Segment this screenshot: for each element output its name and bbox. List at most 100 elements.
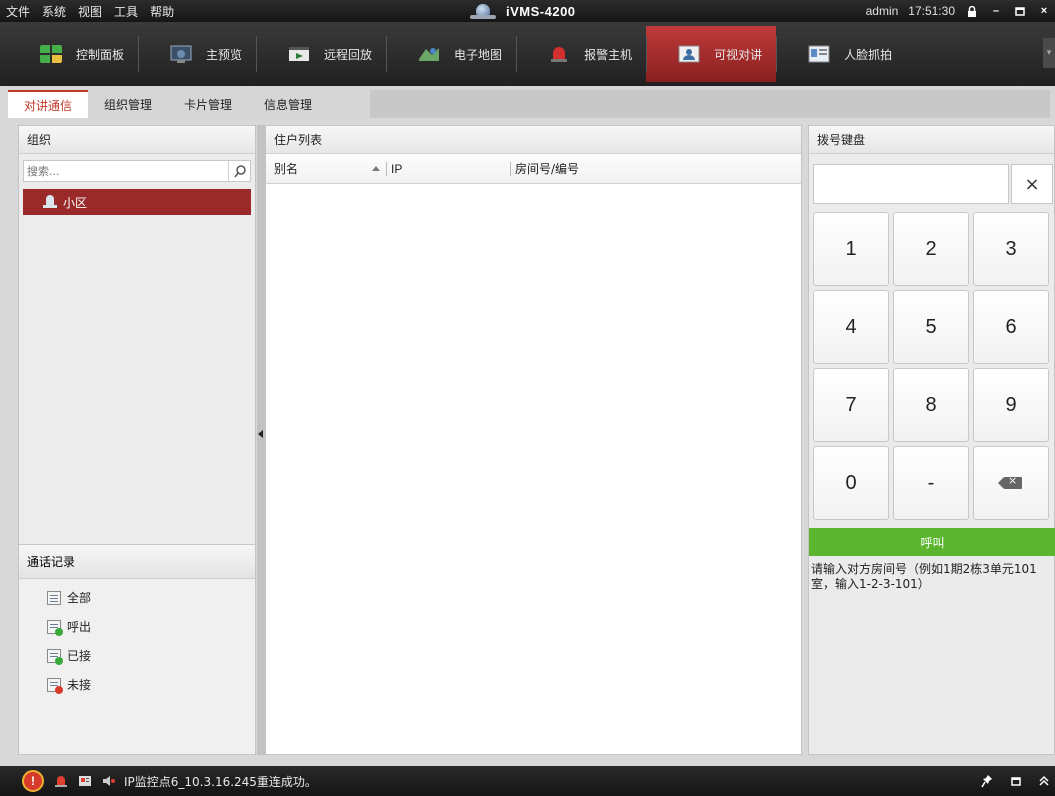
tab-card-management[interactable]: 卡片管理: [168, 90, 248, 118]
key-5[interactable]: 5: [893, 290, 969, 364]
face-capture-icon: [808, 45, 830, 63]
key-4[interactable]: 4: [813, 290, 889, 364]
call-records-title: 通话记录: [19, 545, 255, 579]
organization-title: 组织: [19, 126, 255, 154]
module-label: 远程回放: [324, 47, 373, 62]
module-label: 报警主机: [584, 47, 633, 62]
key-2[interactable]: 2: [893, 212, 969, 286]
app-name: iVMS-4200: [506, 3, 576, 19]
all-records-icon: [47, 590, 61, 605]
title-right-area: admin 17:51:30 – ×: [866, 0, 1051, 22]
module-face-capture[interactable]: 人脸抓拍: [776, 26, 906, 82]
key-7[interactable]: 7: [813, 368, 889, 442]
speaker-icon[interactable]: [102, 774, 116, 788]
call-button[interactable]: 呼叫: [809, 528, 1055, 556]
call-record-outgoing[interactable]: 呼出: [19, 612, 255, 641]
module-toolbar: 控制面板 主预览 远程回放 电子地图 报警主机 可视对讲 人脸抓拍 ▾: [0, 22, 1055, 86]
module-control-panel[interactable]: 控制面板: [8, 26, 138, 82]
key-6[interactable]: 6: [973, 290, 1049, 364]
key-0[interactable]: 0: [813, 446, 889, 520]
key-3[interactable]: 3: [973, 212, 1049, 286]
alarm-status-icon[interactable]: [54, 774, 68, 788]
lock-icon[interactable]: [965, 4, 979, 18]
close-button[interactable]: ×: [1037, 4, 1051, 18]
call-record-missed[interactable]: 未接: [19, 670, 255, 699]
search-input[interactable]: [24, 161, 229, 181]
minimize-button[interactable]: –: [989, 4, 1003, 18]
resident-list-title: 住户列表: [266, 126, 801, 154]
column-alias[interactable]: 别名: [266, 154, 386, 184]
module-emap[interactable]: 电子地图: [386, 26, 516, 82]
key-dash[interactable]: -: [893, 446, 969, 520]
column-alias-label: 别名: [274, 162, 299, 176]
key-9[interactable]: 9: [973, 368, 1049, 442]
message-status-icon[interactable]: [78, 774, 92, 788]
control-panel-icon: [40, 45, 62, 63]
received-call-icon: [47, 648, 63, 665]
module-label: 可视对讲: [714, 47, 763, 62]
expand-up-icon[interactable]: [1039, 775, 1049, 787]
call-record-label: 呼出: [67, 620, 92, 634]
call-record-received[interactable]: 已接: [19, 641, 255, 670]
dial-number-field[interactable]: [813, 164, 1009, 204]
tab-info-management[interactable]: 信息管理: [248, 90, 328, 118]
main-view-icon: [170, 45, 192, 63]
menu-tools[interactable]: 工具: [114, 3, 138, 20]
playback-icon: [289, 47, 310, 61]
tab-intercom[interactable]: 对讲通信: [8, 90, 89, 118]
alarm-host-icon: [551, 47, 568, 62]
tree-item-label: 小区: [63, 195, 88, 210]
module-remote-playback[interactable]: 远程回放: [256, 26, 386, 82]
call-record-all[interactable]: 全部: [19, 583, 255, 612]
tree-item-community[interactable]: 小区: [23, 189, 251, 215]
outgoing-call-icon: [47, 619, 63, 636]
module-main-view[interactable]: 主预览: [138, 26, 256, 82]
tab-organization-management[interactable]: 组织管理: [88, 90, 168, 118]
organization-panel: 组织 小区 通话记录 全部 呼出 已接 未接: [18, 125, 256, 755]
dial-hint: 请输入对方房间号（例如1期2栋3单元101室，输入1-2-3-101）: [811, 562, 1037, 591]
community-icon: [43, 195, 57, 209]
panel-splitter[interactable]: [257, 125, 265, 755]
menu-system[interactable]: 系统: [42, 3, 66, 20]
clear-button[interactable]: ×: [1011, 164, 1053, 204]
pin-icon[interactable]: [981, 774, 993, 788]
dial-pad-title: 拨号键盘: [809, 126, 1054, 154]
resident-table-header: 别名 IP 房间号/编号: [266, 154, 801, 184]
missed-call-icon: [47, 677, 63, 694]
menu-file[interactable]: 文件: [6, 3, 30, 20]
menu-help[interactable]: 帮助: [150, 3, 174, 20]
column-room-number[interactable]: 房间号/编号: [510, 161, 794, 176]
keypad: 1 2 3 4 5 6 7 8 9 0 -: [813, 212, 1055, 520]
menu-bar: 文件 系统 视图 工具 帮助: [6, 3, 174, 20]
user-name: admin: [865, 4, 899, 18]
module-label: 控制面板: [76, 47, 125, 62]
backspace-button[interactable]: [973, 446, 1049, 520]
app-title: iVMS-4200: [470, 0, 576, 22]
key-8[interactable]: 8: [893, 368, 969, 442]
menu-view[interactable]: 视图: [78, 3, 102, 20]
module-label: 人脸抓拍: [844, 47, 893, 62]
search-icon[interactable]: [228, 161, 250, 181]
key-1[interactable]: 1: [813, 212, 889, 286]
dial-pad-panel: 拨号键盘 × 1 2 3 4 5 6 7 8 9 0 - 呼叫 请输入对方房间号…: [808, 125, 1055, 755]
module-video-intercom[interactable]: 可视对讲: [646, 26, 777, 82]
module-alarm-host[interactable]: 报警主机: [516, 26, 646, 82]
call-record-label: 未接: [67, 678, 92, 692]
warning-icon[interactable]: !: [22, 770, 44, 792]
collapse-arrow-icon[interactable]: [258, 430, 263, 438]
search-box: [23, 160, 251, 182]
module-label: 主预览: [206, 47, 243, 62]
toolbar-scroll-arrow[interactable]: ▾: [1043, 38, 1055, 68]
call-records-section: 通话记录 全部 呼出 已接 未接: [19, 544, 255, 754]
status-bar: ! IP监控点6_10.3.16.245重连成功。: [0, 766, 1055, 796]
module-label: 电子地图: [454, 47, 503, 62]
camera-logo-icon: [470, 3, 496, 19]
maximize-button[interactable]: [1013, 4, 1027, 18]
video-intercom-icon: [678, 45, 700, 63]
restore-panel-icon[interactable]: [1011, 776, 1021, 786]
backspace-icon: [998, 474, 1022, 489]
status-message: IP监控点6_10.3.16.245重连成功。: [124, 774, 317, 789]
call-record-label: 全部: [67, 591, 92, 605]
column-ip[interactable]: IP: [386, 161, 510, 176]
sub-tab-bar: 对讲通信 组织管理 卡片管理 信息管理: [8, 86, 1055, 118]
